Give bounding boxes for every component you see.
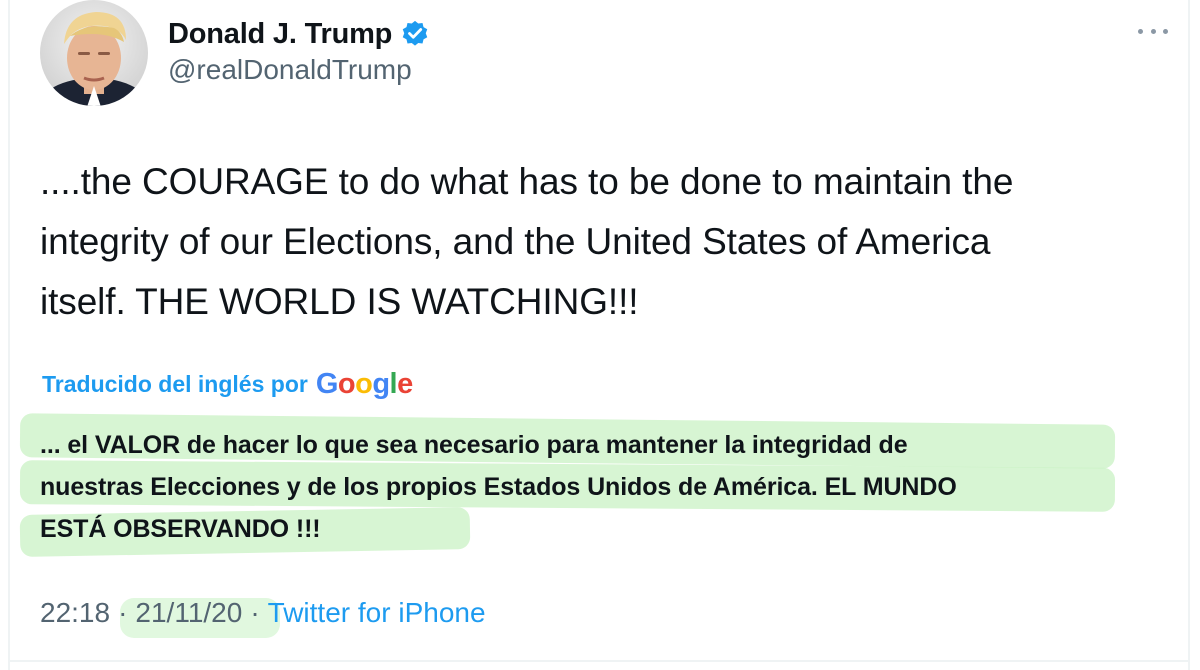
display-name[interactable]: Donald J. Trump: [168, 18, 392, 51]
tweet-text-line: itself. THE WORLD IS WATCHING!!!: [40, 281, 639, 322]
translated-text-line: ESTÁ OBSERVANDO !!!: [40, 515, 321, 543]
user-handle[interactable]: @realDonaldTrump: [168, 54, 412, 86]
tweet-text-line: integrity of our Elections, and the Unit…: [40, 221, 991, 262]
ellipsis-dot: [1138, 28, 1143, 34]
tweet-text: ....the COURAGE to do what has to be don…: [40, 152, 1160, 332]
tweet-text-line: ....the COURAGE to do what has to be don…: [40, 161, 1014, 202]
translated-text-line: ... el VALOR de hacer lo que sea necesar…: [40, 431, 908, 459]
tweet-date[interactable]: 21/11/20: [135, 597, 242, 629]
google-logo-letter: e: [397, 367, 413, 400]
tweet-source-link[interactable]: Twitter for iPhone: [268, 597, 486, 629]
avatar[interactable]: [40, 0, 148, 106]
meta-separator: ·: [250, 597, 260, 628]
google-logo-letter: g: [372, 367, 390, 400]
meta-separator: ·: [118, 597, 128, 628]
google-logo-letter: o: [355, 367, 373, 400]
tweet-meta: 22:18 · 21/11/20 · Twitter for iPhone: [40, 592, 486, 634]
profile-photo-icon: [40, 0, 148, 106]
google-logo-letter: o: [337, 367, 356, 400]
ellipsis-dot: [1163, 28, 1168, 34]
translated-text: ... el VALOR de hacer lo que sea necesar…: [40, 424, 1150, 550]
frame-border-right: [1188, 0, 1190, 670]
verified-badge-icon: [400, 19, 430, 49]
google-logo-icon: Google: [316, 368, 413, 401]
frame-border-bottom: [8, 660, 1190, 662]
tweet-time[interactable]: 22:18: [40, 597, 110, 629]
translated-label[interactable]: Traducido del inglés por: [42, 371, 308, 398]
author-name-row[interactable]: Donald J. Trump: [168, 14, 430, 54]
google-logo-letter: G: [315, 367, 339, 400]
ellipsis-icon[interactable]: [1138, 24, 1168, 38]
frame-border-left: [8, 0, 10, 670]
google-logo-letter: l: [389, 367, 398, 400]
translation-attribution[interactable]: Traducido del inglés por Google: [42, 364, 413, 404]
ellipsis-dot: [1150, 28, 1156, 34]
translated-text-line: nuestras Elecciones y de los propios Est…: [40, 473, 957, 501]
